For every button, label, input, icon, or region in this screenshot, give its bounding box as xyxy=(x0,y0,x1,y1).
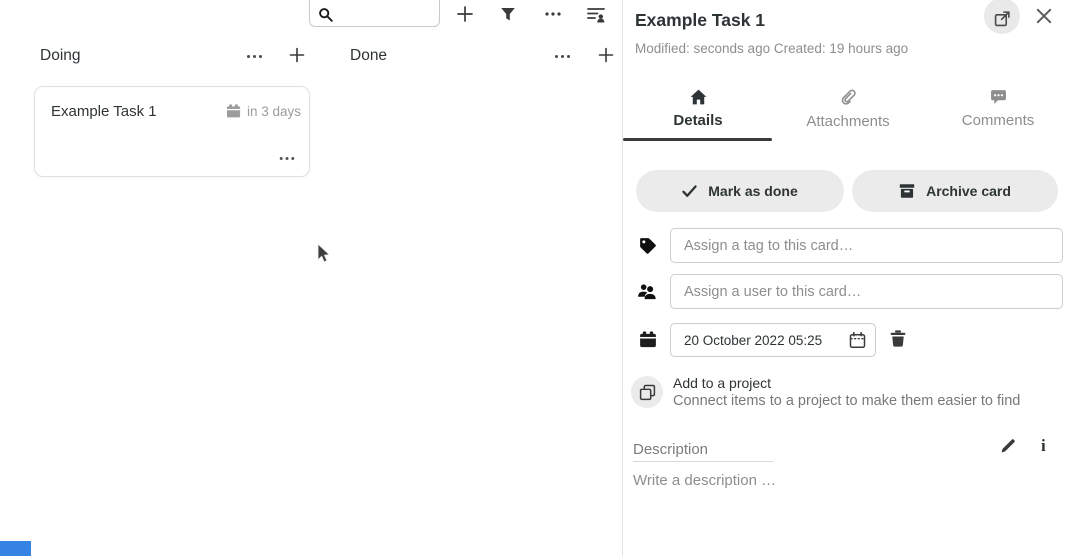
filter-icon xyxy=(500,7,516,22)
edit-description-button[interactable] xyxy=(1000,437,1017,454)
mouse-cursor xyxy=(317,243,332,265)
paperclip-icon xyxy=(841,89,856,106)
calendar-icon xyxy=(226,104,241,119)
home-icon xyxy=(690,89,707,105)
tab-details-label: Details xyxy=(673,112,722,129)
column-done-menu-button[interactable] xyxy=(549,44,575,68)
calendar-outline-icon xyxy=(849,332,866,349)
search-icon xyxy=(318,7,334,23)
due-date-value: 20 October 2022 05:25 xyxy=(671,333,849,348)
tab-comments-label: Comments xyxy=(962,112,1035,129)
description-info-button[interactable]: i xyxy=(1041,436,1046,456)
tab-attachments-label: Attachments xyxy=(806,113,889,130)
card-title: Example Task 1 xyxy=(51,103,157,120)
tab-attachments[interactable]: Attachments xyxy=(773,84,923,141)
open-new-window-icon xyxy=(994,10,1011,27)
app-window: Doing Done Example Task 1 in 3 xyxy=(0,0,1073,556)
tab-details[interactable]: Details xyxy=(623,84,773,141)
archive-icon xyxy=(899,183,915,199)
pencil-icon xyxy=(1000,437,1017,454)
board-menu-button[interactable] xyxy=(538,0,568,28)
open-date-picker-button[interactable] xyxy=(849,332,866,349)
column-doing-menu-button[interactable] xyxy=(241,44,267,68)
info-icon: i xyxy=(1041,436,1046,456)
active-tab-underline xyxy=(623,138,772,141)
archive-card-label: Archive card xyxy=(926,183,1011,199)
more-options-icon xyxy=(544,11,562,17)
add-to-project-subtitle: Connect items to a project to make them … xyxy=(673,393,1020,409)
trash-icon xyxy=(889,329,907,348)
column-title-done: Done xyxy=(350,47,387,65)
kanban-card[interactable]: Example Task 1 in 3 days xyxy=(34,86,310,177)
card-menu-button[interactable] xyxy=(279,149,295,164)
column-menu-icon xyxy=(554,54,571,59)
search-input[interactable] xyxy=(340,5,432,25)
column-doing-add-button[interactable] xyxy=(284,43,310,67)
archive-card-button[interactable]: Archive card xyxy=(852,170,1058,212)
add-card-button[interactable] xyxy=(450,0,480,28)
blue-corner-indicator xyxy=(0,541,31,556)
column-add-icon xyxy=(289,47,305,63)
tag-icon xyxy=(639,237,657,255)
assign-tag-input[interactable] xyxy=(670,228,1063,263)
tab-comments[interactable]: Comments xyxy=(923,84,1073,141)
users-icon xyxy=(637,283,657,300)
add-to-project-title[interactable]: Add to a project xyxy=(673,375,771,391)
due-date-field[interactable]: 20 October 2022 05:25 xyxy=(670,323,876,357)
description-placeholder[interactable]: Write a description … xyxy=(633,472,776,489)
panel-card-title: Example Task 1 xyxy=(635,10,765,31)
column-title-doing: Doing xyxy=(40,47,81,65)
panel-card-meta: Modified: seconds ago Created: 19 hours … xyxy=(635,41,908,56)
assign-user-input[interactable] xyxy=(670,274,1063,309)
search-box[interactable] xyxy=(309,0,440,27)
mark-as-done-label: Mark as done xyxy=(708,183,797,199)
project-stack-icon xyxy=(639,384,656,401)
card-due-date: in 3 days xyxy=(226,104,301,119)
close-icon xyxy=(1035,7,1053,25)
mark-as-done-button[interactable]: Mark as done xyxy=(636,170,844,212)
add-to-project-button[interactable] xyxy=(631,376,663,408)
column-done-add-button[interactable] xyxy=(593,43,619,67)
assignee-view-button[interactable] xyxy=(581,0,611,28)
column-menu-icon xyxy=(246,54,263,59)
remove-due-date-button[interactable] xyxy=(889,329,907,348)
description-divider xyxy=(633,461,773,462)
comments-icon xyxy=(990,89,1007,105)
card-due-label: in 3 days xyxy=(247,104,301,119)
plus-icon xyxy=(456,5,474,23)
description-label: Description xyxy=(633,441,708,458)
filter-button[interactable] xyxy=(493,0,523,28)
close-panel-button[interactable] xyxy=(1035,7,1053,28)
due-date-icon xyxy=(639,331,657,349)
assignee-list-icon xyxy=(587,6,605,23)
column-add-icon xyxy=(598,47,614,63)
check-icon xyxy=(682,185,697,198)
card-menu-icon xyxy=(279,156,295,161)
